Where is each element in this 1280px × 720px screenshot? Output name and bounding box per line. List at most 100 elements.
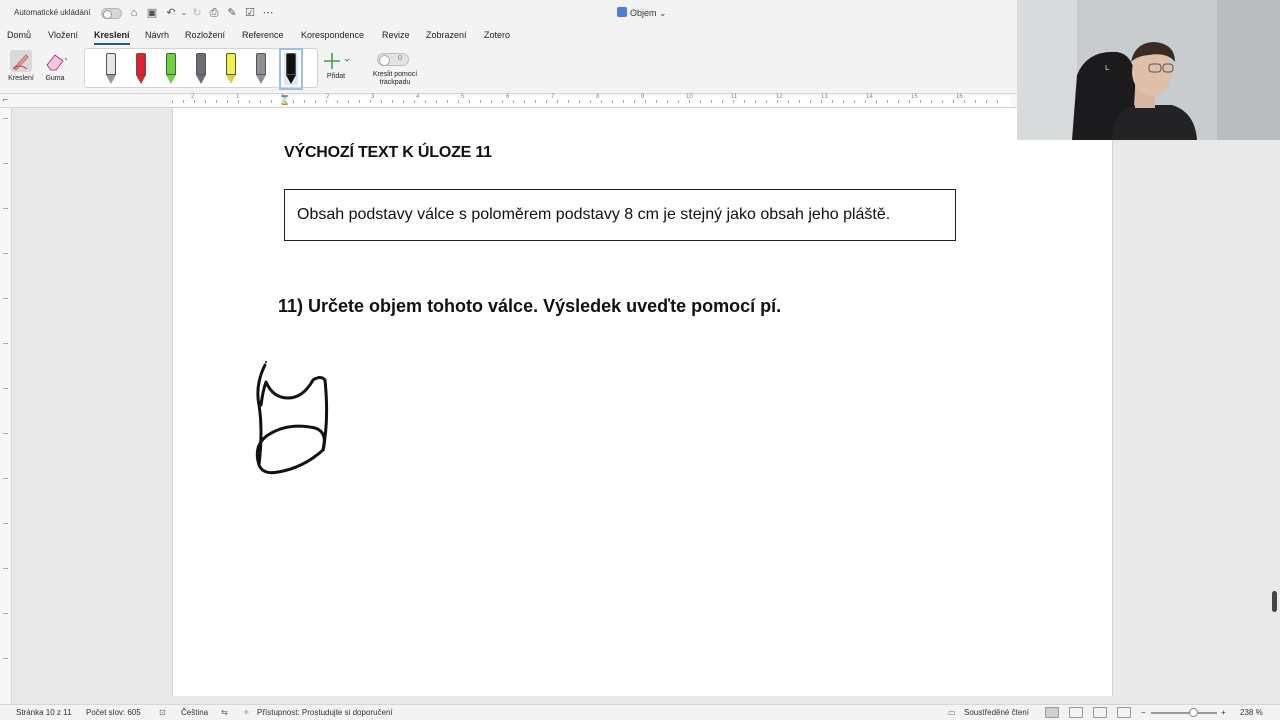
ruler-tick <box>249 100 250 103</box>
ruler-tick <box>623 100 624 103</box>
ruler-track <box>172 96 1010 106</box>
autosave-label: Automatické ukládání <box>14 8 91 17</box>
tab-home[interactable]: Domů <box>7 30 31 40</box>
language[interactable]: Čeština <box>181 708 208 717</box>
ruler-tick <box>678 100 679 103</box>
tab-stop-icon[interactable]: ⌐ <box>3 95 8 104</box>
ruler-tick <box>216 100 217 103</box>
web-layout-view-button[interactable] <box>1069 707 1083 718</box>
pen-gray[interactable] <box>104 53 118 85</box>
word-count[interactable]: Počet slov: 605 <box>86 708 141 717</box>
tab-view[interactable]: Zobrazení <box>426 30 467 40</box>
ruler-tick <box>359 100 360 103</box>
draft-view-button[interactable] <box>1117 707 1131 718</box>
pen-tip <box>256 75 266 84</box>
redo-icon[interactable]: ↻ <box>190 6 204 20</box>
ruler-tick <box>480 100 481 103</box>
vertical-ruler-tick <box>3 163 8 164</box>
zoom-level[interactable]: 238 % <box>1240 708 1263 717</box>
ruler-tick <box>381 100 382 103</box>
accessibility-icon[interactable]: ✧ <box>243 708 250 717</box>
pen-body <box>166 53 176 75</box>
highlighter-yellow[interactable] <box>224 53 238 85</box>
vertical-ruler-tick <box>3 658 8 659</box>
tab-design[interactable]: Návrh <box>145 30 169 40</box>
cylinder-ink-sketch[interactable] <box>253 360 353 490</box>
tab-references[interactable]: Reference <box>242 30 284 40</box>
pen-body <box>106 53 116 75</box>
proofing-icon[interactable]: ⊡ <box>159 708 166 717</box>
ruler-number: 13 <box>821 94 828 100</box>
more-icon[interactable]: ⋯ <box>261 6 275 20</box>
source-text-box[interactable]: Obsah podstavy válce s poloměrem podstav… <box>284 189 956 241</box>
pen-red[interactable] <box>134 53 148 85</box>
ruler-tick <box>238 100 239 103</box>
pen-body <box>196 53 206 75</box>
zoom-slider-track[interactable] <box>1151 712 1217 714</box>
draw-icon[interactable]: ✎ <box>225 6 239 20</box>
horizontal-ruler[interactable]: ⌐ 2 1 1 2 3 4 5 6 7 8 9 10 11 12 13 14 15 16 ⌛ <box>0 94 1017 108</box>
draw-tool-button[interactable]: Kreslení <box>6 49 36 82</box>
ruler-tick <box>524 100 525 103</box>
pen-dark-gray[interactable] <box>194 53 208 85</box>
ruler-tick <box>260 100 261 103</box>
ruler-tick <box>337 100 338 103</box>
pen-body <box>136 53 146 75</box>
indent-marker-icon[interactable]: ⌛ <box>279 95 290 106</box>
track-changes-icon[interactable]: ⇆ <box>221 708 228 717</box>
ruler-tick <box>227 100 228 103</box>
ruler-tick <box>810 100 811 103</box>
pen-body <box>286 53 296 75</box>
tab-insert[interactable]: Vložení <box>48 30 78 40</box>
ruler-tick <box>777 100 778 103</box>
tab-mailings[interactable]: Korespondence <box>301 30 364 40</box>
vertical-ruler <box>0 108 12 704</box>
print-icon[interactable]: ⎙ <box>207 6 221 20</box>
pen-green[interactable] <box>164 53 178 85</box>
undo-dropdown-icon[interactable]: ⌄ <box>177 6 191 20</box>
pen-tip <box>106 75 116 84</box>
tab-review[interactable]: Revize <box>382 30 410 40</box>
document-page[interactable]: VÝCHOZÍ TEXT K ÚLOZE 11 Obsah podstavy v… <box>172 108 1113 696</box>
ruler-tick <box>172 100 173 103</box>
ruler-number: 14 <box>866 94 873 100</box>
ruler-tick <box>502 100 503 103</box>
undo-icon[interactable]: ↶ <box>164 6 178 20</box>
home-icon[interactable]: ⌂ <box>127 6 141 20</box>
page-count[interactable]: Stránka 10 z 11 <box>16 708 71 717</box>
ruler-number: 16 <box>956 94 963 100</box>
ruler-tick <box>799 100 800 103</box>
outline-view-button[interactable] <box>1093 707 1107 718</box>
customize-icon[interactable]: ☑ <box>243 6 257 20</box>
print-layout-view-button[interactable] <box>1045 707 1059 718</box>
ruler-tick <box>326 100 327 103</box>
ruler-tick <box>645 100 646 103</box>
ruler-tick <box>183 100 184 103</box>
add-pen-button[interactable]: Přidat <box>321 51 351 80</box>
focus-icon[interactable]: ▭ <box>948 708 956 717</box>
autosave-toggle[interactable] <box>101 8 122 19</box>
zoom-out-button[interactable]: − <box>1141 708 1146 717</box>
pen-tip <box>196 75 206 84</box>
pen-black[interactable] <box>279 48 303 90</box>
eraser-button[interactable]: Guma <box>40 49 70 82</box>
zoom-in-button[interactable]: + <box>1221 708 1226 717</box>
ruler-tick <box>722 100 723 103</box>
trackpad-toggle[interactable]: 0 <box>377 53 409 66</box>
focus-mode[interactable]: Soustředěné čtení <box>964 708 1029 717</box>
ruler-tick <box>964 100 965 103</box>
ruler-tick <box>271 100 272 103</box>
zoom-slider-knob[interactable] <box>1189 708 1198 717</box>
eraser-label: Guma <box>45 75 65 82</box>
save-icon[interactable]: ▣ <box>145 6 159 20</box>
ruler-tick <box>656 100 657 103</box>
tab-layout[interactable]: Rozložení <box>185 30 225 40</box>
tab-draw[interactable]: Kreslení <box>94 30 130 45</box>
tab-zotero[interactable]: Zotero <box>484 30 510 40</box>
ruler-tick <box>513 100 514 103</box>
vertical-scrollbar-thumb[interactable] <box>1272 591 1277 612</box>
ruler-tick <box>997 100 998 103</box>
pencil-gray[interactable] <box>254 53 268 85</box>
accessibility-status[interactable]: Přístupnost: Prostudujte si doporučení <box>257 708 393 717</box>
document-title[interactable]: Objem ⌄ <box>617 7 667 19</box>
